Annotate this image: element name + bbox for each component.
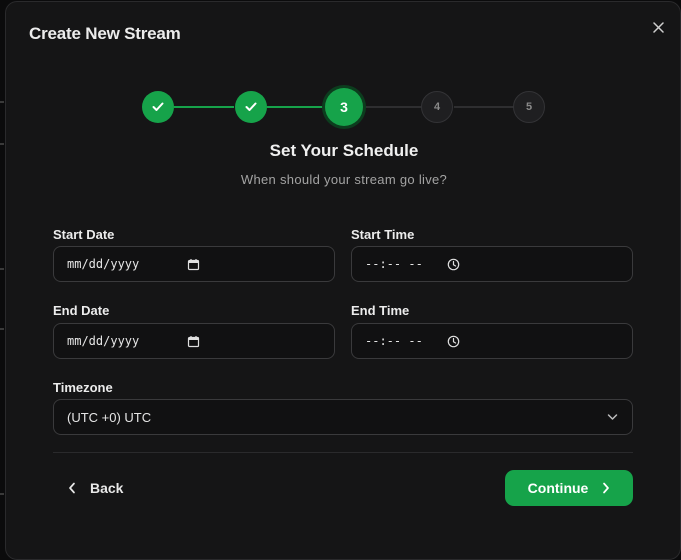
check-icon bbox=[245, 102, 257, 111]
progress-stepper: 3 4 5 bbox=[6, 88, 681, 128]
start-time-label: Start Time bbox=[351, 227, 415, 242]
create-stream-dialog: Create New Stream 3 4 5 Set Your Schedul… bbox=[5, 1, 681, 560]
end-time-input[interactable]: --:-- -- bbox=[351, 323, 633, 359]
start-date-input[interactable]: mm/dd/yyyy bbox=[53, 246, 335, 282]
back-button-label: Back bbox=[90, 480, 124, 496]
clock-icon[interactable] bbox=[447, 335, 460, 348]
timezone-select[interactable]: (UTC +0) UTC bbox=[53, 399, 633, 435]
step-connector-3 bbox=[361, 106, 421, 108]
end-date-input[interactable]: mm/dd/yyyy bbox=[53, 323, 335, 359]
start-time-input[interactable]: --:-- -- bbox=[351, 246, 633, 282]
timezone-label: Timezone bbox=[53, 380, 113, 395]
end-date-value: mm/dd/yyyy bbox=[67, 334, 140, 348]
end-time-value: --:-- -- bbox=[365, 334, 423, 348]
step-connector-4 bbox=[454, 106, 514, 108]
clock-icon[interactable] bbox=[447, 258, 460, 271]
timezone-value: (UTC +0) UTC bbox=[67, 409, 152, 425]
step-3: 3 bbox=[325, 88, 363, 126]
continue-button-label: Continue bbox=[527, 480, 589, 496]
footer-divider bbox=[53, 452, 633, 453]
end-time-label: End Time bbox=[351, 303, 410, 318]
step-2 bbox=[235, 91, 267, 123]
dialog-title: Create New Stream bbox=[29, 24, 181, 43]
check-icon bbox=[152, 102, 164, 111]
close-icon bbox=[652, 21, 664, 33]
step-connector-1 bbox=[174, 106, 234, 108]
continue-button[interactable]: Continue bbox=[505, 470, 633, 506]
section-heading: Set Your Schedule bbox=[269, 141, 419, 160]
step-4: 4 bbox=[421, 91, 453, 123]
start-date-value: mm/dd/yyyy bbox=[67, 257, 140, 271]
end-date-label: End Date bbox=[53, 303, 110, 318]
close-button[interactable] bbox=[649, 18, 667, 36]
chevron-down-icon bbox=[607, 413, 618, 421]
calendar-icon[interactable] bbox=[187, 258, 200, 271]
chevron-right-icon bbox=[603, 482, 610, 494]
chevron-left-icon bbox=[69, 482, 75, 494]
start-date-label: Start Date bbox=[53, 227, 115, 242]
step-connector-2 bbox=[267, 106, 325, 108]
step-5: 5 bbox=[513, 91, 545, 123]
step-1 bbox=[142, 91, 174, 123]
calendar-icon[interactable] bbox=[187, 335, 200, 348]
start-time-value: --:-- -- bbox=[365, 257, 423, 271]
section-subheading: When should your stream go live? bbox=[240, 172, 448, 187]
back-button[interactable]: Back bbox=[68, 475, 123, 501]
